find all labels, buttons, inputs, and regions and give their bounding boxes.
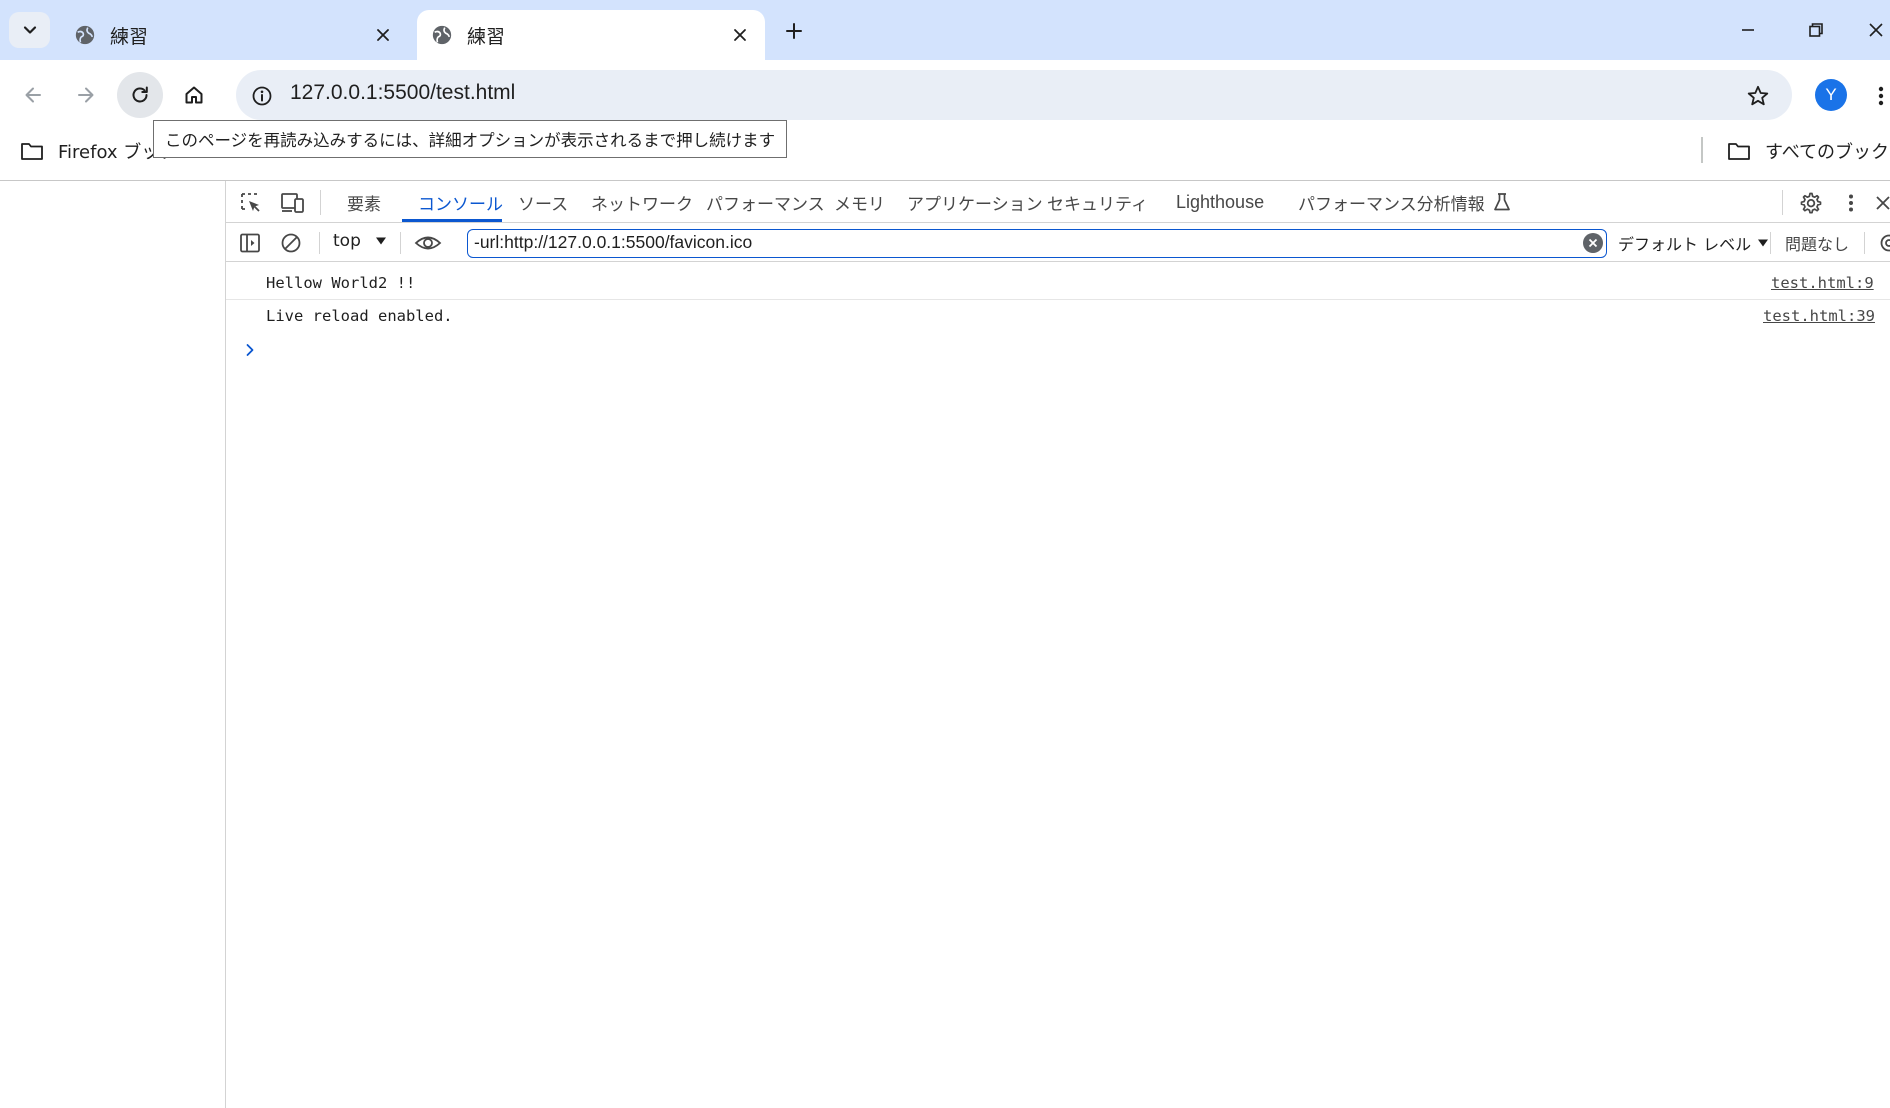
- console-message-row: [226, 267, 1890, 300]
- arrow-left-icon: [22, 84, 44, 106]
- address-url[interactable]: 127.0.0.1:5500/test.html: [290, 81, 515, 105]
- bookmarks-separator: [1701, 137, 1703, 163]
- tab-sources[interactable]: ソース: [518, 181, 568, 223]
- tab-lighthouse[interactable]: Lighthouse: [1176, 181, 1264, 223]
- bookmark-folder-all[interactable]: すべてのブックマー: [1727, 138, 1890, 164]
- context-selector[interactable]: top: [333, 231, 387, 251]
- issues-counter[interactable]: 問題なし: [1785, 231, 1849, 255]
- devtools-divider: [319, 232, 320, 254]
- tab-practice-inactive[interactable]: 練習: [60, 10, 408, 60]
- console-message-text: Hellow World2 !!: [266, 274, 416, 292]
- eye-icon: [414, 234, 442, 252]
- tab-memory[interactable]: メモリ: [834, 181, 885, 223]
- close-icon: [1588, 238, 1598, 248]
- console-message-row: [226, 300, 1890, 333]
- dropdown-arrow-icon: [1757, 238, 1769, 248]
- globe-icon: [74, 24, 96, 46]
- experiment-flask-icon: [1493, 192, 1511, 212]
- dropdown-arrow-icon: [375, 236, 387, 246]
- gear-icon: [1799, 191, 1823, 215]
- tab-practice-active[interactable]: 練習: [417, 10, 765, 60]
- close-icon: [1876, 194, 1890, 212]
- block-icon: [280, 232, 302, 254]
- log-level-dropdown[interactable]: デフォルト レベル: [1618, 231, 1769, 255]
- tab-security[interactable]: セキュリティ: [1047, 181, 1148, 223]
- console-filter-value[interactable]: -url:http://127.0.0.1:5500/favicon.ico: [474, 232, 752, 253]
- new-tab-button[interactable]: [777, 14, 811, 48]
- close-icon: [1868, 22, 1884, 38]
- console-settings-button[interactable]: [1876, 231, 1890, 255]
- minimize-button[interactable]: [1728, 12, 1768, 48]
- more-vert-icon: [1878, 85, 1884, 107]
- devtools-divider: [400, 232, 401, 254]
- clear-console-button[interactable]: [277, 229, 305, 257]
- browser-menu-button[interactable]: [1872, 78, 1890, 114]
- console-message-source[interactable]: test.html:39: [1763, 307, 1875, 325]
- device-toolbar-button[interactable]: [277, 188, 309, 218]
- globe-icon: [431, 24, 453, 46]
- reload-icon: [129, 84, 151, 106]
- tab-search-button[interactable]: [9, 12, 50, 48]
- bookmark-star-button[interactable]: [1740, 78, 1776, 114]
- forward-button[interactable]: [63, 72, 109, 118]
- tab-application[interactable]: アプリケーション: [907, 181, 1043, 223]
- show-sidebar-button[interactable]: [236, 229, 264, 257]
- more-vert-icon: [1848, 193, 1854, 213]
- devtools-divider: [1782, 190, 1783, 215]
- info-icon: [251, 85, 273, 107]
- close-tab-icon[interactable]: [729, 24, 751, 46]
- live-expression-button[interactable]: [413, 228, 443, 258]
- active-tab-indicator: [402, 219, 502, 222]
- home-button[interactable]: [171, 72, 217, 118]
- chevron-down-icon: [22, 22, 38, 38]
- reload-button[interactable]: [117, 72, 163, 118]
- console-message-text: Live reload enabled.: [266, 307, 453, 325]
- tab-performance[interactable]: パフォーマンス: [706, 181, 825, 223]
- arrow-right-icon: [75, 84, 97, 106]
- close-tab-icon[interactable]: [372, 24, 394, 46]
- restore-icon: [1808, 22, 1824, 38]
- tab-title: 練習: [110, 25, 149, 48]
- minimize-icon: [1740, 22, 1756, 38]
- inspect-icon: [239, 191, 263, 215]
- tab-elements[interactable]: 要素: [347, 181, 381, 223]
- tab-performance-insights[interactable]: パフォーマンス分析情報: [1298, 181, 1511, 223]
- profile-avatar[interactable]: Y: [1815, 79, 1847, 111]
- restore-button[interactable]: [1796, 12, 1836, 48]
- reload-tooltip: このページを再読み込みするには、詳細オプションが表示されるまで押し続けます: [153, 120, 788, 158]
- sidebar-toggle-icon: [239, 232, 261, 254]
- back-button[interactable]: [10, 72, 56, 118]
- chevron-right-icon: [245, 343, 255, 357]
- gear-icon: [1878, 232, 1890, 254]
- devtools-divider: [1864, 232, 1865, 254]
- folder-icon: [1727, 141, 1751, 161]
- tab-console[interactable]: コンソール: [418, 181, 503, 223]
- log-level-value: デフォルト レベル: [1618, 235, 1752, 254]
- tab-label: パフォーマンス分析情報: [1298, 194, 1485, 215]
- devtools-close-button[interactable]: [1876, 190, 1890, 216]
- clear-filter-button[interactable]: [1583, 233, 1603, 253]
- home-icon: [183, 84, 205, 106]
- tab-title: 練習: [467, 25, 506, 48]
- tab-network[interactable]: ネットワーク: [591, 181, 693, 223]
- devtools-divider: [1770, 232, 1771, 254]
- console-prompt[interactable]: [243, 340, 257, 360]
- folder-icon: [20, 141, 44, 161]
- bookmark-folder-label: すべてのブックマー: [1765, 142, 1890, 163]
- device-mode-icon: [280, 192, 306, 214]
- star-icon: [1746, 84, 1770, 108]
- plus-icon: [785, 22, 803, 40]
- inspect-element-button[interactable]: [236, 188, 266, 218]
- site-info-button[interactable]: [246, 80, 278, 112]
- close-window-button[interactable]: [1862, 12, 1890, 48]
- console-message-source[interactable]: test.html:9: [1771, 274, 1874, 292]
- devtools-settings-button[interactable]: [1796, 188, 1826, 218]
- devtools-more-button[interactable]: [1842, 188, 1860, 218]
- context-value: top: [333, 231, 361, 251]
- devtools-divider: [320, 190, 321, 215]
